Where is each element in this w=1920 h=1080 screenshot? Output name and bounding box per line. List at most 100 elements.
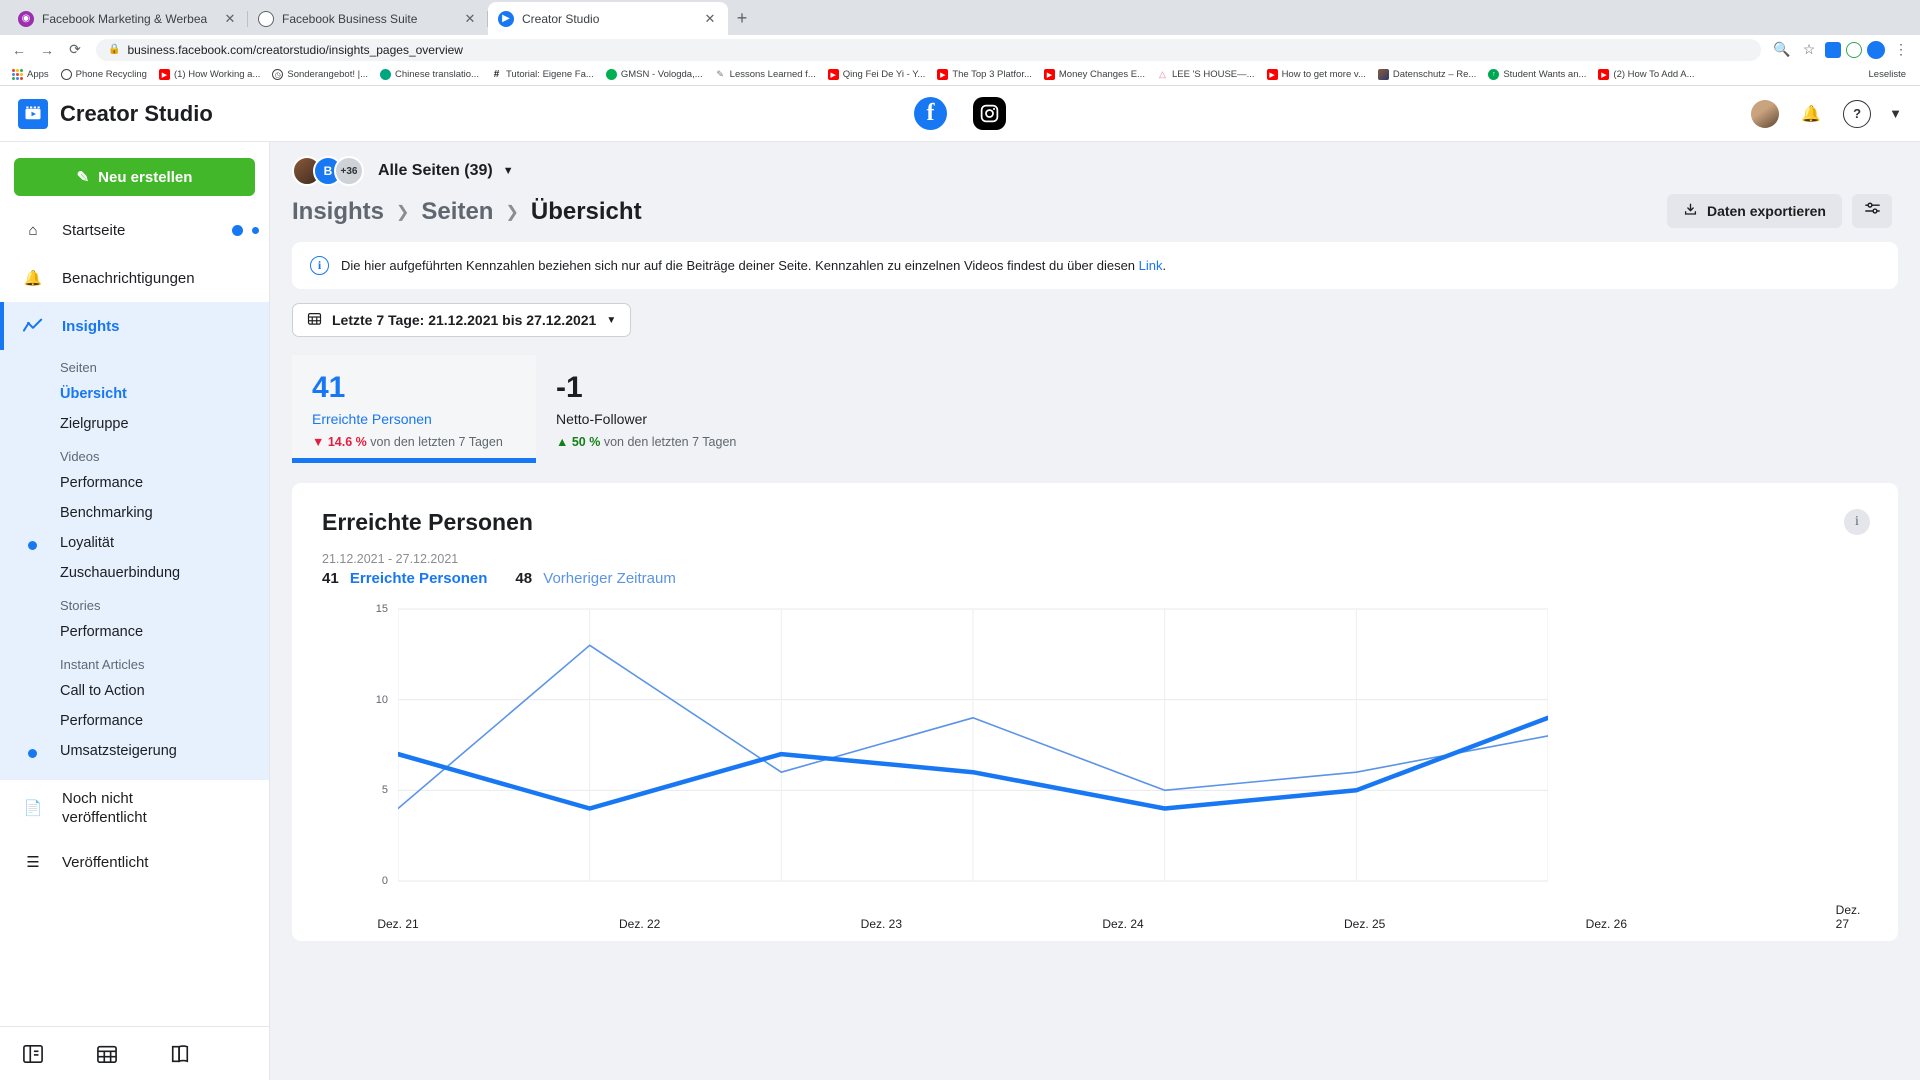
forward-icon[interactable]: →: [36, 39, 58, 61]
avatar[interactable]: [1751, 99, 1780, 128]
instagram-icon: ◉: [18, 10, 34, 27]
bookmark-8[interactable]: ▶ Qing Fei De Yi - Y...: [822, 69, 932, 80]
sidebar-subitem-zielgruppe[interactable]: Zielgruppe: [0, 409, 269, 439]
extension-icon[interactable]: [1846, 41, 1862, 58]
sidebar-item-benachrichtigungen[interactable]: 🔔 Benachrichtigungen: [0, 254, 269, 302]
browser-tab-2[interactable]: ▶ Creator Studio ✕: [488, 2, 728, 35]
sidebar-subitem-stories-performance[interactable]: Performance: [0, 617, 269, 647]
kpi-card-erreichte-personen[interactable]: 41 Erreichte Personen ▼ 14.6 % von den l…: [292, 355, 536, 463]
kpi-row: 41 Erreichte Personen ▼ 14.6 % von den l…: [292, 355, 1898, 463]
bookmark-12[interactable]: ▶ How to get more v...: [1261, 69, 1372, 80]
x-axis-tick: Dez. 22: [618, 917, 661, 931]
kpi-delta: ▼ 14.6 % von den letzten 7 Tagen: [312, 435, 516, 449]
info-icon: i: [310, 256, 329, 275]
sidebar-subitem-benchmarking[interactable]: Benchmarking: [0, 498, 269, 528]
sidebar-subitem-loyalitaet[interactable]: Loyalität: [0, 528, 269, 558]
back-icon[interactable]: ←: [8, 39, 30, 61]
status-dot: [28, 541, 37, 550]
y-axis-tick: 5: [381, 784, 388, 797]
info-icon[interactable]: i: [1844, 509, 1870, 535]
chevron-down-icon[interactable]: ▼: [1889, 106, 1902, 121]
new-tab-button[interactable]: +: [728, 4, 756, 32]
sidebar-item-veroeffentlicht[interactable]: ☰ Veröffentlicht: [0, 838, 269, 886]
sidebar-subitem-zuschauerbindung[interactable]: Zuschauerbindung: [0, 558, 269, 588]
sidebar-subitem-videos-performance[interactable]: Performance: [0, 468, 269, 498]
bookmark-15[interactable]: ▶ (2) How To Add A...: [1592, 69, 1700, 80]
profile-avatar-icon[interactable]: [1867, 40, 1885, 59]
sidebar-subitem-ia-performance[interactable]: Performance: [0, 706, 269, 736]
bookmark-label: GMSN - Vologda,...: [620, 69, 703, 80]
browser-menu-icon[interactable]: ⋮: [1890, 39, 1912, 61]
business-suite-icon: ▷: [258, 10, 274, 27]
bookmark-6[interactable]: GMSN - Vologda,...: [600, 69, 709, 80]
breadcrumb-item-seiten[interactable]: Seiten: [421, 198, 493, 226]
bookmark-3[interactable]: ◷ Sonderangebot! |...: [266, 69, 374, 80]
help-icon[interactable]: ?: [1843, 99, 1872, 128]
bookmark-apps[interactable]: Apps: [6, 69, 55, 80]
facebook-extension-icon[interactable]: [1825, 41, 1841, 58]
clock-icon: ◷: [272, 69, 284, 80]
sidebar-subitem-label: Loyalität: [60, 535, 115, 551]
export-data-button[interactable]: Daten exportieren: [1666, 194, 1842, 228]
pages-dropdown[interactable]: Alle Seiten (39) ▼: [378, 162, 514, 180]
settings-sliders-button[interactable]: [1852, 194, 1892, 228]
close-icon[interactable]: ✕: [222, 11, 238, 27]
reload-icon[interactable]: ⟳: [64, 39, 86, 61]
bookmark-2[interactable]: ▶ (1) How Working a...: [153, 69, 266, 80]
bookmark-11[interactable]: △ LEE 'S HOUSE—...: [1151, 69, 1261, 80]
main-layout: ✎ Neu erstellen ⌂ Startseite 🔔 Benachric…: [0, 142, 1920, 1080]
browser-tab-0[interactable]: ◉ Facebook Marketing & Werbea ✕: [8, 2, 248, 35]
legend-value: 41: [322, 570, 339, 587]
calendar-icon[interactable]: [96, 1044, 118, 1064]
create-new-button[interactable]: ✎ Neu erstellen: [14, 158, 255, 196]
close-icon[interactable]: ✕: [702, 11, 718, 27]
bookmark-4[interactable]: Chinese translatio...: [374, 69, 485, 80]
sidebar-subitem-uebersicht[interactable]: Übersicht: [0, 379, 269, 409]
youtube-icon: ▶: [827, 69, 839, 80]
chart-card: Erreichte Personen i 21.12.2021 - 27.12.…: [292, 483, 1898, 941]
panel-collapse-icon[interactable]: [22, 1044, 44, 1064]
browser-tab-1[interactable]: ▷ Facebook Business Suite ✕: [248, 2, 488, 35]
reading-list-button[interactable]: Leseliste: [1863, 69, 1915, 80]
bookmark-label: (2) How To Add A...: [1613, 69, 1695, 80]
facebook-icon[interactable]: f: [914, 97, 947, 130]
green-arrow-icon: ↑: [1488, 69, 1500, 80]
zoom-icon[interactable]: 🔍: [1771, 39, 1793, 61]
sidebar-item-noch-nicht-veroeffentlicht[interactable]: 📄 Noch nicht veröffentlicht: [0, 780, 269, 838]
notice-link[interactable]: Link: [1139, 258, 1163, 273]
kpi-delta-value: 14.6 %: [327, 435, 367, 449]
list-icon: ☰: [26, 854, 40, 871]
bookmark-10[interactable]: ▶ Money Changes E...: [1038, 69, 1151, 80]
sidebar-group-heading-videos: Videos: [60, 449, 100, 464]
bookmark-9[interactable]: ▶ The Top 3 Platfor...: [931, 69, 1038, 80]
bookmark-label: LEE 'S HOUSE—...: [1171, 69, 1255, 80]
bookmark-7[interactable]: ✎ Lessons Learned f...: [709, 69, 822, 80]
sidebar: ✎ Neu erstellen ⌂ Startseite 🔔 Benachric…: [0, 142, 270, 1080]
bookmark-14[interactable]: ↑ Student Wants an...: [1482, 69, 1592, 80]
bookmark-1[interactable]: Phone Recycling: [55, 69, 153, 80]
legend-item-current[interactable]: 41 Erreichte Personen: [322, 570, 487, 587]
bell-icon[interactable]: 🔔: [1797, 100, 1825, 128]
status-dot: [28, 749, 37, 758]
sidebar-subitem-call-to-action[interactable]: Call to Action: [0, 676, 269, 706]
date-range-picker[interactable]: Letzte 7 Tage: 21.12.2021 bis 27.12.2021…: [292, 303, 632, 337]
avatar-stack[interactable]: B +36: [292, 156, 364, 186]
bookmark-5[interactable]: # Tutorial: Eigene Fa...: [485, 69, 600, 80]
header-actions: 🔔 ? ▼: [1751, 99, 1902, 128]
browser-toolbar: ← → ⟳ 🔒 business.facebook.com/creatorstu…: [0, 35, 1920, 64]
photo-icon: [1377, 69, 1389, 80]
bookmark-star-icon[interactable]: ☆: [1798, 39, 1820, 61]
sidebar-item-startseite[interactable]: ⌂ Startseite: [0, 206, 269, 254]
legend-item-previous[interactable]: 48 Vorheriger Zeitraum: [515, 570, 675, 587]
address-bar[interactable]: 🔒 business.facebook.com/creatorstudio/in…: [96, 38, 1761, 61]
kpi-card-netto-follower[interactable]: -1 Netto-Follower ▲ 50 % von den letzten…: [536, 355, 780, 463]
x-axis-tick: Dez. 25: [1343, 917, 1386, 931]
close-icon[interactable]: ✕: [462, 11, 478, 27]
bookmark-13[interactable]: Datenschutz – Re...: [1372, 69, 1482, 80]
sidebar-subitem-umsatzsteigerung[interactable]: Umsatzsteigerung: [0, 736, 269, 766]
bookmark-label: Datenschutz – Re...: [1392, 69, 1477, 80]
sidebar-item-insights[interactable]: Insights: [0, 302, 269, 350]
book-icon[interactable]: [170, 1044, 190, 1064]
breadcrumb-item-insights[interactable]: Insights: [292, 198, 384, 226]
instagram-icon[interactable]: [973, 97, 1006, 130]
